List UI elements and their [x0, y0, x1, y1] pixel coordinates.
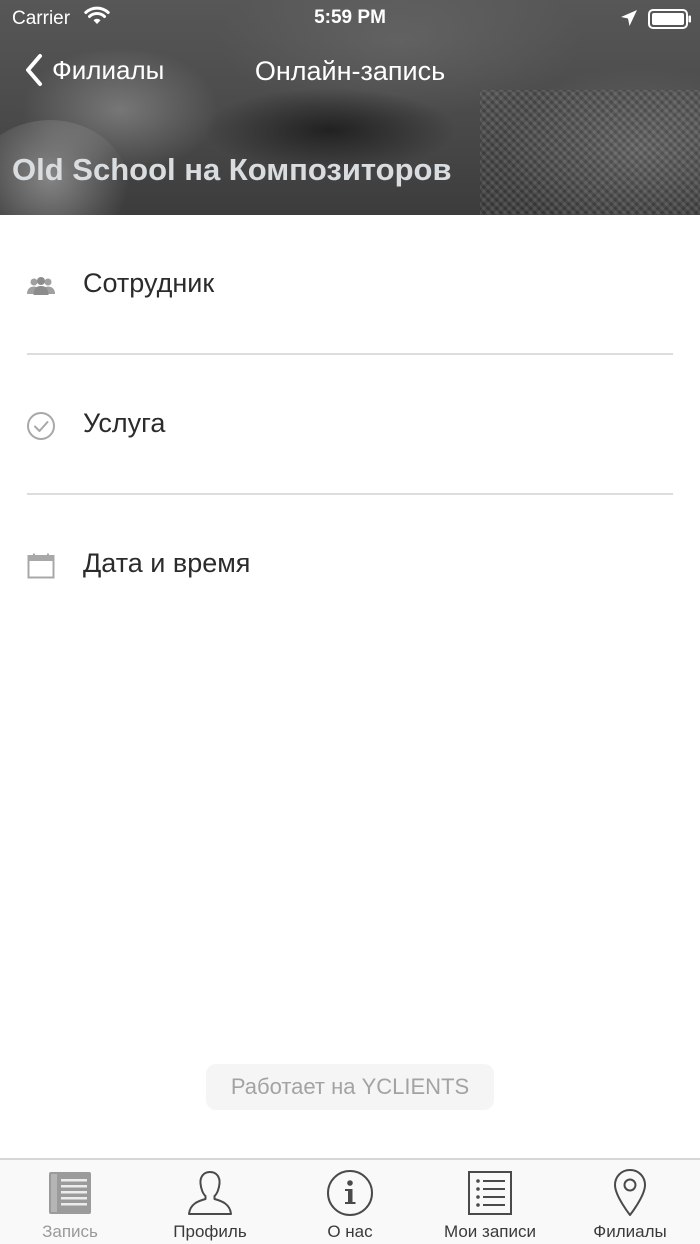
- status-bar: Carrier 5:59 PM: [0, 0, 700, 40]
- menu-item-datetime[interactable]: Дата и время: [0, 495, 700, 635]
- tab-branches[interactable]: Филиалы: [560, 1160, 700, 1244]
- menu-item-service[interactable]: Услуга: [0, 355, 700, 495]
- menu-item-datetime-label: Дата и время: [83, 548, 251, 578]
- menu-item-service-label: Услуга: [83, 408, 166, 438]
- booking-list-icon: [47, 1168, 93, 1218]
- header-banner: Carrier 5:59 PM Филиалы Онлайн-запись Ol…: [0, 0, 700, 215]
- staff-group-icon: [26, 271, 56, 301]
- clock-time: 5:59 PM: [314, 7, 386, 28]
- check-circle-icon: [26, 411, 56, 441]
- battery-icon: [648, 9, 692, 35]
- tab-branches-label: Филиалы: [593, 1222, 667, 1241]
- tab-bar: Запись Профиль О нас Мои записи Филиалы: [0, 1158, 700, 1244]
- page-title: Онлайн-запись: [254, 56, 446, 86]
- tab-my-records[interactable]: Мои записи: [420, 1160, 560, 1244]
- my-records-icon: [467, 1168, 513, 1218]
- menu-item-staff-label: Сотрудник: [83, 268, 215, 298]
- tab-about[interactable]: О нас: [280, 1160, 420, 1244]
- header-photo-texture: [480, 90, 700, 215]
- powered-by-link[interactable]: Работает на YCLIENTS: [206, 1064, 494, 1110]
- tab-about-label: О нас: [327, 1222, 373, 1241]
- profile-icon: [186, 1168, 234, 1218]
- info-icon: [326, 1168, 374, 1218]
- menu-item-staff[interactable]: Сотрудник: [0, 215, 700, 355]
- tab-my-records-label: Мои записи: [444, 1222, 536, 1241]
- location-arrow-icon: [620, 9, 638, 33]
- tab-booking-label: Запись: [42, 1222, 98, 1241]
- branch-name: Old School на Композиторов: [12, 152, 452, 187]
- tab-booking[interactable]: Запись: [0, 1160, 140, 1244]
- calendar-icon: [26, 551, 56, 581]
- tab-profile-label: Профиль: [173, 1222, 247, 1241]
- booking-menu: Сотрудник Услуга Дата и время: [0, 215, 700, 635]
- map-pin-icon: [612, 1168, 648, 1218]
- tab-profile[interactable]: Профиль: [140, 1160, 280, 1244]
